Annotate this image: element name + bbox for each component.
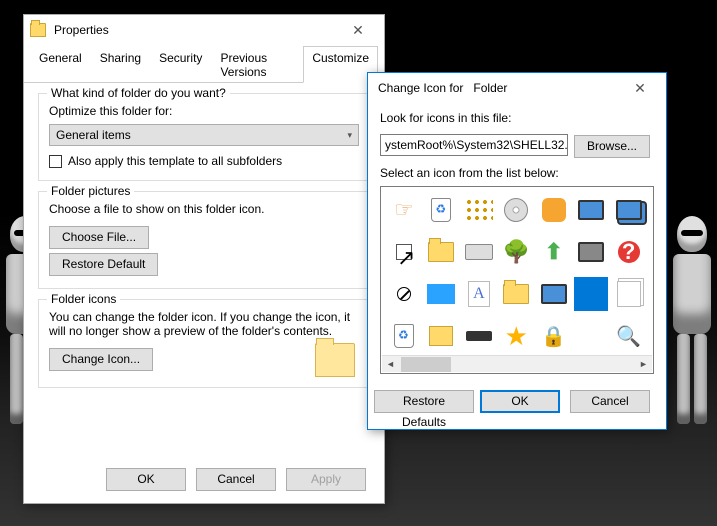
optimize-select[interactable]: General items ▾: [49, 124, 359, 146]
pictures-desc: Choose a file to show on this folder ico…: [49, 202, 359, 216]
pc-network-icon[interactable]: [574, 235, 608, 269]
scroll-right-icon[interactable]: ►: [635, 356, 652, 373]
icon-list: ☞ ↗ 🌳⬆? A★🔒 🔍 ◄ ►: [380, 186, 654, 374]
window-title: Change Icon for Folder: [378, 81, 620, 95]
dialog-buttons: OK Cancel Apply: [106, 464, 370, 491]
change-icon-button[interactable]: Change Icon...: [49, 348, 153, 371]
cancel-button[interactable]: Cancel: [196, 468, 276, 491]
apply-subfolders-checkbox[interactable]: [49, 155, 62, 168]
drive-help-icon[interactable]: ?: [612, 235, 646, 269]
font-letter-icon[interactable]: A: [462, 277, 496, 311]
ok-button[interactable]: OK: [106, 468, 186, 491]
icons-desc: You can change the folder icon. If you c…: [49, 310, 359, 338]
group-folder-pictures: Folder pictures Choose a file to show on…: [38, 191, 370, 289]
tab-security[interactable]: Security: [150, 46, 211, 83]
look-label: Look for icons in this file:: [380, 111, 654, 125]
close-button[interactable]: ✕: [620, 76, 660, 100]
group-legend: Folder pictures: [47, 184, 134, 198]
star-icon[interactable]: ★: [499, 319, 533, 353]
folder-chip-icon[interactable]: [424, 235, 458, 269]
router-icon[interactable]: [462, 319, 496, 353]
tab-general[interactable]: General: [30, 46, 91, 83]
titlebar[interactable]: Change Icon for Folder ✕: [368, 73, 666, 103]
apply-subfolders-row[interactable]: Also apply this template to all subfolde…: [49, 154, 359, 168]
tree-icon[interactable]: 🌳: [499, 235, 533, 269]
cancel-button[interactable]: Cancel: [570, 390, 650, 413]
apply-button: Apply: [286, 468, 366, 491]
magnifier-icon[interactable]: 🔍: [612, 319, 646, 353]
hand-icon[interactable]: ☞: [387, 193, 421, 227]
blank-icon[interactable]: [574, 319, 608, 353]
folder-search-icon[interactable]: [499, 277, 533, 311]
icon-path-input[interactable]: ystemRoot%\System32\SHELL32.dll: [380, 134, 568, 156]
properties-window: Properties ✕ General Sharing Security Pr…: [23, 14, 385, 504]
group-legend: Folder icons: [47, 292, 120, 306]
apply-subfolders-label: Also apply this template to all subfolde…: [68, 154, 282, 168]
browse-button[interactable]: Browse...: [574, 135, 650, 158]
grid-dots-icon[interactable]: [462, 193, 496, 227]
recycle-bin-2-icon[interactable]: [387, 319, 421, 353]
window-title: Properties: [54, 23, 338, 37]
icon-list-scrollbar[interactable]: ◄ ►: [382, 355, 652, 372]
scroll-thumb[interactable]: [401, 357, 451, 372]
chevron-down-icon: ▾: [347, 130, 352, 141]
group-folder-icons: Folder icons You can change the folder i…: [38, 299, 370, 388]
pc-monitor-icon[interactable]: [537, 277, 571, 311]
scroll-left-icon[interactable]: ◄: [382, 356, 399, 373]
no-entry-icon[interactable]: [387, 277, 421, 311]
group-legend: What kind of folder do you want?: [47, 86, 230, 100]
up-arrow-icon[interactable]: ⬆: [537, 235, 571, 269]
title-target: Folder: [473, 81, 507, 95]
titlebar[interactable]: Properties ✕: [24, 15, 384, 45]
select-icon-label: Select an icon from the list below:: [380, 166, 654, 180]
restore-default-button[interactable]: Restore Default: [49, 253, 158, 276]
tabstrip: General Sharing Security Previous Versio…: [24, 45, 384, 83]
restore-defaults-button[interactable]: Restore Defaults: [374, 390, 474, 413]
optimize-select-value: General items: [56, 128, 131, 142]
docs-stack-icon[interactable]: [612, 277, 646, 311]
key-icon[interactable]: [537, 193, 571, 227]
recycle-bin-icon[interactable]: [424, 193, 458, 227]
optimize-label: Optimize this folder for:: [49, 104, 359, 118]
chip-folder-icon[interactable]: [424, 319, 458, 353]
shortcut-arrow-icon[interactable]: ↗: [387, 235, 421, 269]
folder-icon-preview: [315, 343, 355, 377]
lock-icon[interactable]: 🔒: [537, 319, 571, 353]
drive-disc-icon[interactable]: [462, 235, 496, 269]
choose-file-button[interactable]: Choose File...: [49, 226, 149, 249]
tab-previous-versions[interactable]: Previous Versions: [211, 46, 303, 83]
disc-icon[interactable]: [499, 193, 533, 227]
monitor-pair-icon[interactable]: [612, 193, 646, 227]
tab-page-customize: What kind of folder do you want? Optimiz…: [24, 83, 384, 388]
tab-sharing[interactable]: Sharing: [91, 46, 150, 83]
close-button[interactable]: ✕: [338, 18, 378, 42]
change-icon-window: Change Icon for Folder ✕ Look for icons …: [367, 72, 667, 430]
blue-rect-icon[interactable]: [424, 277, 458, 311]
title-prefix: Change Icon for: [378, 81, 463, 95]
blue-selected-icon[interactable]: [574, 277, 608, 311]
ok-button[interactable]: OK: [480, 390, 560, 413]
folder-icon: [30, 23, 46, 37]
monitor-play-icon[interactable]: [574, 193, 608, 227]
group-folder-kind: What kind of folder do you want? Optimiz…: [38, 93, 370, 181]
